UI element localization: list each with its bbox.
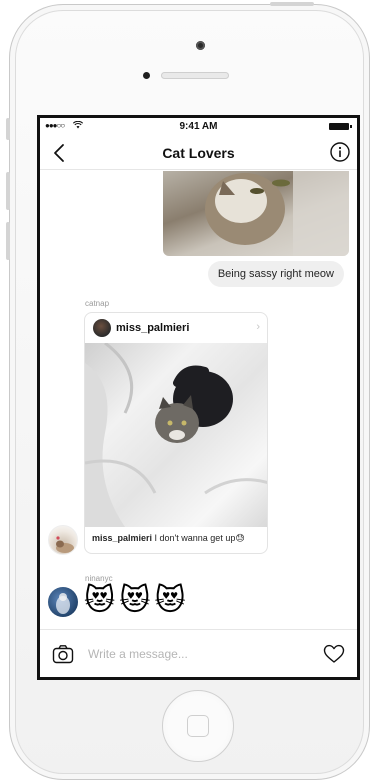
- message-thread[interactable]: Being sassy right meow catnap miss_palmi…: [40, 171, 357, 631]
- caption-text: I don't wanna get up😓: [152, 533, 245, 543]
- post-header[interactable]: miss_palmieri ›: [85, 313, 267, 343]
- home-square-icon: [187, 715, 209, 737]
- camera-icon[interactable]: [52, 644, 74, 664]
- earpiece-speaker: [161, 72, 229, 79]
- mute-switch: [6, 118, 10, 140]
- avatar-ninanyc[interactable]: [48, 587, 78, 617]
- post-image[interactable]: [85, 343, 267, 527]
- avatar-ninanyc-illustration: [56, 593, 70, 614]
- status-bar: ●●●○○ 9:41 AM: [40, 118, 357, 136]
- outgoing-message-bubble[interactable]: Being sassy right meow: [207, 261, 344, 287]
- status-time: 9:41 AM: [179, 121, 218, 132]
- info-icon[interactable]: [329, 141, 351, 163]
- home-button[interactable]: [162, 690, 234, 762]
- avatar-catnap-illustration: [56, 536, 74, 553]
- cat-on-bed-illustration: [85, 343, 267, 527]
- avatar-catnap[interactable]: [48, 525, 78, 555]
- volume-down-button: [6, 222, 10, 260]
- battery-icon: [329, 123, 352, 130]
- chevron-right-icon: ›: [256, 321, 260, 333]
- proximity-sensor-icon: [143, 72, 150, 79]
- volume-up-button: [6, 172, 10, 210]
- message-composer: [40, 629, 357, 677]
- post-author-username: miss_palmieri: [116, 322, 190, 334]
- sender-name-catnap: catnap: [85, 299, 110, 308]
- caption-username: miss_palmieri: [92, 533, 153, 543]
- post-author-avatar: [93, 319, 111, 337]
- navigation-bar: Cat Lovers: [40, 136, 357, 170]
- shared-cat-photo[interactable]: [163, 171, 349, 256]
- sender-name-ninanyc: ninanyc: [85, 574, 113, 583]
- emoji-reaction-message[interactable]: 😻😻😻: [84, 583, 190, 619]
- heart-icon[interactable]: [323, 644, 345, 664]
- cat-photo-illustration: [205, 171, 349, 256]
- screen: ●●●○○ 9:41 AM Cat Lovers Being sassy rig…: [37, 115, 360, 680]
- post-caption: miss_palmieri I don't wanna get up😓: [92, 533, 245, 544]
- front-camera-icon: [196, 41, 205, 50]
- conversation-title: Cat Lovers: [162, 145, 235, 161]
- shared-post-card[interactable]: miss_palmieri › miss_palmieri I don't wa…: [84, 312, 268, 554]
- message-input[interactable]: [88, 642, 308, 666]
- power-button: [270, 2, 314, 6]
